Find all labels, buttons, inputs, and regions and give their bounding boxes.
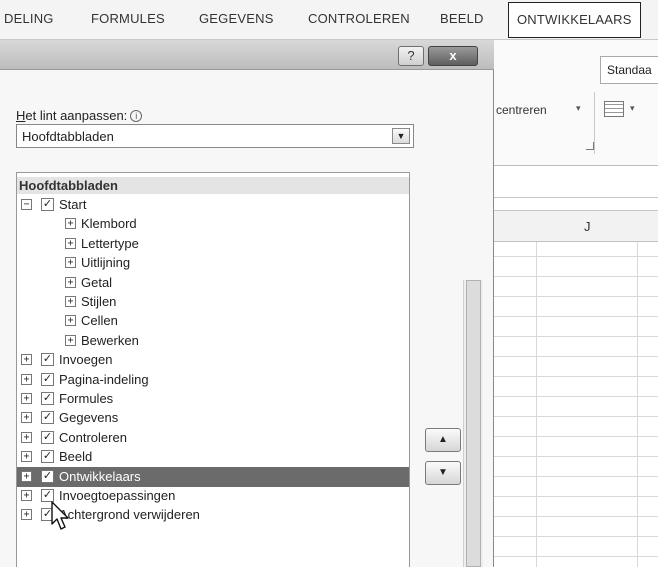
expand-icon[interactable]: + (21, 354, 32, 366)
ribbon-body: Standaa centreren ▾ ▾ (490, 40, 658, 166)
tree-subitem[interactable]: + Uitlijning (17, 253, 409, 273)
close-button[interactable]: x (428, 46, 478, 66)
info-icon: i (130, 110, 143, 122)
column-header-j[interactable]: J (584, 219, 591, 234)
tree-item-label: Beeld (59, 449, 93, 465)
tree-item[interactable]: + ✓ Invoegtoepassingen (17, 486, 409, 506)
customize-ribbon-accelerator: H (16, 108, 26, 123)
expand-icon[interactable]: + (21, 412, 32, 424)
tree-item-label: Stijlen (81, 294, 117, 309)
tree-item-label: Formules (59, 391, 114, 406)
tree-subitem[interactable]: + Lettertype (17, 234, 409, 254)
tree-item-label: Ontwikkelaars (59, 468, 141, 484)
tree-subitem[interactable]: + Stijlen (17, 292, 409, 312)
move-down-button[interactable]: ▼ (425, 461, 461, 485)
tree-scrollbar[interactable] (463, 280, 483, 567)
ribbon-tab-strip: DELING FORMULES GEGEVENS CONTROLEREN BEE… (0, 0, 658, 40)
expand-icon[interactable]: + (21, 373, 32, 385)
tree-item[interactable]: + ✓ Gegevens (17, 408, 409, 428)
expand-icon[interactable]: + (65, 315, 76, 327)
expand-icon[interactable]: + (65, 334, 76, 346)
tree-subitem[interactable]: + Cellen (17, 311, 409, 331)
tree-item-label: Achtergrond verwijderen (59, 507, 200, 523)
tree-item[interactable]: + ✓ Invoegen (17, 350, 409, 370)
chevron-down-icon[interactable]: ▼ (392, 128, 410, 144)
tab-beeld[interactable]: BEELD (440, 11, 484, 26)
tree-item-label: Gegevens (59, 410, 119, 426)
expand-icon[interactable]: + (65, 218, 76, 230)
tree-item-label: Invoegtoepassingen (59, 488, 176, 503)
expand-icon[interactable]: + (65, 237, 76, 249)
expand-icon[interactable]: + (21, 490, 32, 501)
tree-item-checkbox[interactable]: ✓ (41, 469, 54, 483)
tree-item[interactable]: − ✓ Start (17, 195, 409, 215)
mouse-pointer-icon (51, 501, 69, 530)
ribbon-tree-list[interactable]: Hoofdtabbladen − ✓ Start + Klembord + Letterty… (16, 172, 410, 567)
tree-item[interactable]: + ✓ Ontwikkelaars (17, 466, 409, 487)
customize-ribbon-label-text: et lint aanpassen: (25, 108, 128, 123)
customize-ribbon-label: Het lint aanpassen: i (16, 108, 143, 123)
tab-controleren[interactable]: CONTROLEREN (308, 11, 410, 26)
tree-item-label: Start (59, 197, 87, 212)
tree-item[interactable]: + ✓ Pagina-indeling (17, 370, 409, 390)
expand-icon[interactable]: + (21, 509, 32, 521)
tree-subitem[interactable]: + Bewerken (17, 331, 409, 351)
expand-icon[interactable]: + (65, 257, 76, 269)
tree-item[interactable]: + ✓ Achtergrond verwijderen (17, 505, 409, 525)
tab-formules[interactable]: FORMULES (91, 11, 165, 26)
cell-style-combo[interactable]: Standaa (600, 56, 658, 84)
expand-icon[interactable]: + (21, 431, 32, 443)
tree-item-label: Cellen (81, 313, 118, 329)
tree-item-label: Klembord (81, 216, 137, 232)
help-button[interactable]: ? (398, 46, 424, 66)
tree-scrollbar-thumb[interactable] (466, 280, 481, 567)
tree-item-checkbox[interactable]: ✓ (41, 353, 54, 367)
tree-item[interactable]: + ✓ Controleren (17, 428, 409, 448)
tree-item-checkbox[interactable]: ✓ (41, 392, 54, 405)
tree-item[interactable]: + ✓ Formules (17, 389, 409, 409)
tree-subitem[interactable]: + Getal (17, 273, 409, 293)
worksheet-grid[interactable] (490, 242, 658, 567)
dialog-launcher-icon[interactable] (586, 142, 594, 150)
expand-icon[interactable]: + (21, 470, 32, 482)
column-header-row: J (490, 210, 658, 242)
tree-group-header: Hoofdtabbladen (17, 177, 409, 194)
tab-pagina-indeling[interactable]: DELING (4, 11, 54, 26)
tree-item-label: Bewerken (81, 332, 139, 348)
tree-item-checkbox[interactable]: ✓ (41, 430, 54, 444)
tree-subitem[interactable]: + Klembord (17, 214, 409, 234)
dialog-titlebar[interactable]: ? x (0, 40, 494, 70)
tree-item-checkbox[interactable]: ✓ (41, 411, 54, 425)
tab-gegevens[interactable]: GEGEVENS (199, 11, 274, 26)
ribbon-tabs-select-value: Hoofdtabbladen (22, 129, 114, 144)
tree-item-label: Lettertype (81, 235, 139, 251)
move-up-button[interactable]: ▲ (425, 428, 461, 452)
tree-item-label: Controleren (59, 429, 127, 445)
merge-center-dropdown-icon[interactable]: ▾ (576, 103, 581, 114)
expand-icon[interactable]: + (65, 276, 76, 288)
ribbon-tabs-select[interactable]: Hoofdtabbladen ▼ (16, 124, 414, 148)
tree-item-label: Uitlijning (81, 255, 131, 271)
tree-item[interactable]: + ✓ Beeld (17, 447, 409, 467)
expand-icon[interactable]: + (21, 451, 32, 463)
tab-ontwikkelaars[interactable]: ONTWIKKELAARS (508, 2, 641, 38)
expand-icon[interactable]: + (21, 393, 32, 404)
ribbon-group-divider (594, 92, 595, 154)
collapse-icon[interactable]: − (21, 199, 32, 210)
excel-options-dialog: ? x Het lint aanpassen: i Hoofdtabbladen … (0, 40, 494, 567)
tree-item-checkbox[interactable]: ✓ (41, 372, 54, 386)
tree-item-label: Pagina-indeling (59, 371, 149, 387)
tree-item-checkbox[interactable]: ✓ (41, 198, 54, 211)
formula-bar[interactable] (490, 168, 658, 198)
tree-item-label: Invoegen (59, 352, 113, 368)
format-dropdown-icon[interactable]: ▾ (630, 103, 635, 114)
tree-item-checkbox[interactable]: ✓ (41, 450, 54, 464)
merge-center-button[interactable]: centreren (496, 103, 547, 117)
conditional-format-icon[interactable] (604, 101, 624, 117)
tree-item-label: Getal (81, 274, 113, 290)
expand-icon[interactable]: + (65, 296, 76, 307)
